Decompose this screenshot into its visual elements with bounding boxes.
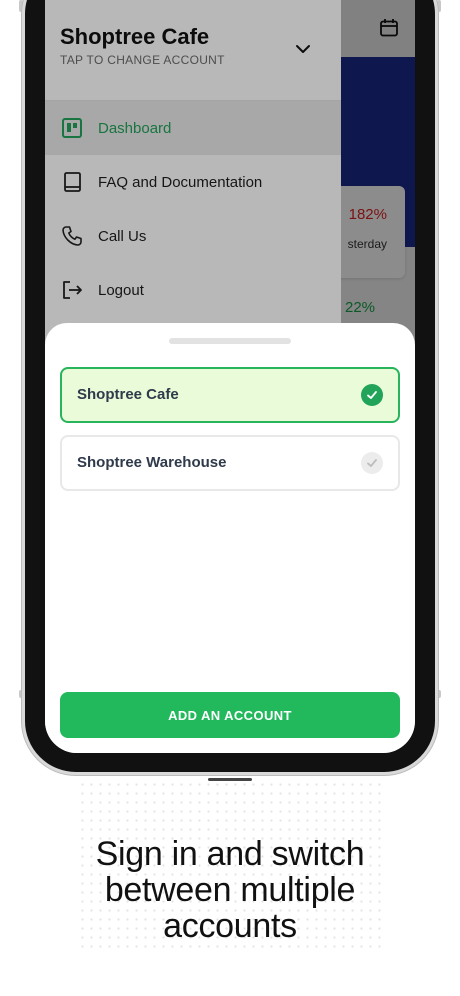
menu-item-label: FAQ and Documentation [98,173,263,191]
menu-item-call-us[interactable]: Call Us [45,209,341,263]
promo-caption: Sign in and switch between multiple acco… [0,836,460,944]
sheet-drag-handle[interactable] [169,338,291,344]
phone-icon [62,226,82,246]
change-account-hint: TAP TO CHANGE ACCOUNT [60,53,225,67]
account-option-name: Shoptree Cafe [77,386,179,403]
menu-item-label: Call Us [98,227,147,245]
home-indicator [208,778,252,781]
dashboard-icon [62,118,82,138]
menu-item-faq[interactable]: FAQ and Documentation [45,155,341,209]
book-icon [64,172,81,192]
account-bottom-sheet: Shoptree Cafe Shoptree Warehouse ADD AN … [45,323,415,753]
logout-icon [63,281,82,299]
account-option-shoptree-warehouse[interactable]: Shoptree Warehouse [60,435,400,491]
add-account-button[interactable]: ADD AN ACCOUNT [60,692,400,738]
menu-item-dashboard[interactable]: Dashboard [45,101,341,155]
chevron-down-icon[interactable] [295,41,311,57]
check-circle-icon [361,452,383,474]
caption-line: accounts [163,907,297,945]
caption-line: between multiple [104,871,356,909]
check-circle-icon [361,384,383,406]
caption-line: Sign in and switch [95,835,365,873]
account-option-shoptree-cafe[interactable]: Shoptree Cafe [60,367,400,423]
account-option-name: Shoptree Warehouse [77,454,227,471]
menu-item-logout[interactable]: Logout [45,263,341,317]
menu-item-label: Dashboard [98,119,172,137]
phone-screen: 182% sterday 22% Shoptree Cafe TAP TO CH… [45,0,415,753]
current-account-name: Shoptree Cafe [60,24,210,49]
menu-item-label: Logout [98,281,144,299]
